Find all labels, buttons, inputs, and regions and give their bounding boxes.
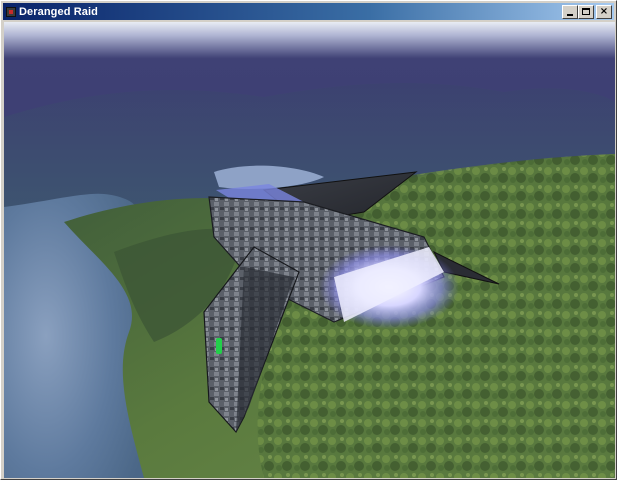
app-icon[interactable] [6,6,16,17]
close-button[interactable]: × [596,5,612,19]
game-window: Deranged Raid × [0,0,617,480]
game-viewport[interactable] [4,22,615,478]
title-controls: × [562,5,612,19]
minimize-icon [567,14,573,16]
title-bar[interactable]: Deranged Raid × [3,3,614,20]
game-scene [4,22,615,478]
maximize-icon [582,8,590,15]
close-icon: × [599,6,609,17]
cockpit-light [216,338,222,354]
minimize-button[interactable] [562,5,578,19]
maximize-button[interactable] [578,5,594,19]
window-title: Deranged Raid [19,5,98,18]
